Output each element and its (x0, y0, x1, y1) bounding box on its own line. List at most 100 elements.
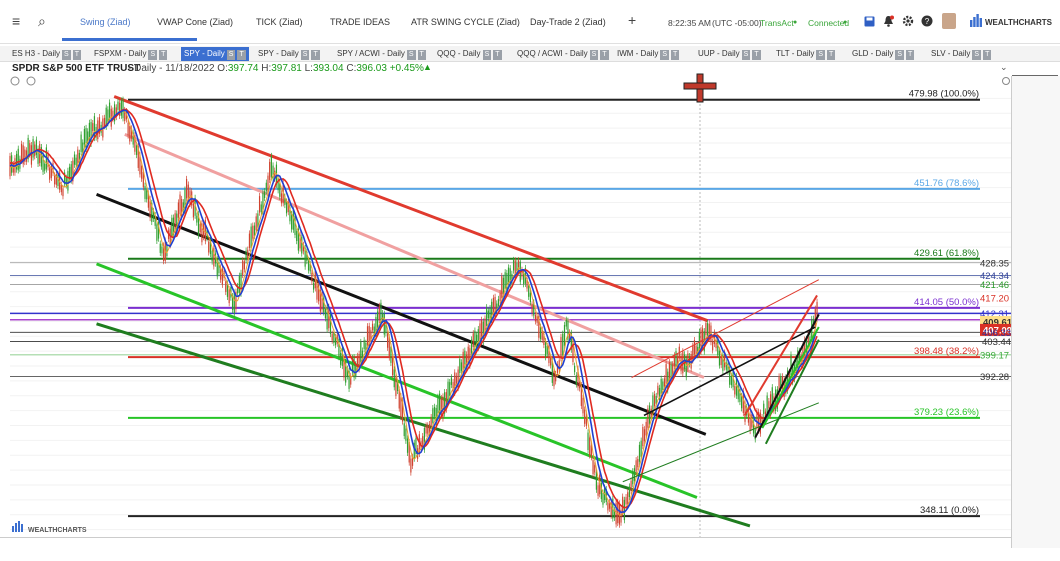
candle-body (17, 148, 19, 171)
candle-body (487, 310, 489, 319)
candle-body (768, 401, 770, 409)
candle-body (705, 322, 707, 336)
candle-body (83, 129, 86, 145)
candle-body (60, 184, 62, 193)
candle-body (307, 260, 310, 271)
candle-body (504, 272, 506, 289)
candle-body (135, 145, 138, 155)
price-marker-label: 403.44 (982, 337, 1011, 348)
candle-body (645, 421, 647, 436)
candle-body (378, 305, 380, 320)
candle-body (199, 223, 201, 233)
candle-body (449, 382, 451, 396)
candle-body (622, 496, 624, 514)
candle-body (103, 117, 106, 127)
candle-body (395, 377, 397, 396)
candle-body (35, 139, 37, 155)
candle-body (255, 216, 257, 231)
candle-body (459, 358, 461, 374)
candle-body (430, 417, 432, 427)
candle-body (333, 332, 335, 343)
candle-body (529, 292, 531, 303)
candle-body (778, 376, 780, 398)
candle-body (363, 340, 365, 350)
candle-body (433, 406, 436, 417)
candle-body (243, 261, 245, 270)
candle-body (44, 163, 46, 171)
candle-body (127, 122, 129, 136)
candle-body (563, 325, 566, 346)
candle-body (602, 492, 604, 505)
candle-body (562, 333, 564, 356)
candle-body (294, 215, 296, 236)
candle-body (211, 250, 213, 262)
candle-body (425, 425, 427, 434)
candle-body (517, 260, 520, 268)
candle-body (208, 241, 210, 253)
candle-body (324, 307, 327, 319)
price-chart[interactable]: 479.98 (100.0%) 451.76 (78.6%) 429.61 (61.… (0, 0, 1060, 561)
candle-body (633, 468, 636, 482)
candle-body (171, 217, 173, 237)
candle-body (534, 314, 537, 322)
candle-body (238, 275, 240, 293)
candle-body (450, 377, 453, 385)
candle-body (387, 333, 389, 348)
channel-trendline (754, 313, 820, 438)
candle-body (640, 440, 642, 457)
candle-body (156, 224, 158, 241)
candle-body (627, 492, 629, 505)
candle-body (653, 394, 656, 407)
candle-body (179, 194, 181, 215)
candle-body (584, 409, 586, 424)
candle-body (366, 326, 369, 346)
candle-body (146, 190, 148, 200)
candle-body (228, 289, 230, 304)
candle-body (565, 319, 567, 327)
candle-body (247, 249, 249, 260)
candle-body (117, 101, 119, 110)
watermark-bar-icon (21, 524, 23, 532)
candle-body (391, 356, 394, 376)
time-axis[interactable] (0, 537, 1011, 550)
price-marker-label: 428.35 (980, 258, 1009, 269)
candle-body (734, 386, 736, 395)
candle-body (270, 156, 272, 178)
candle-body (623, 499, 625, 521)
candle-body (371, 323, 374, 331)
candle-body (196, 215, 198, 223)
candle-body (617, 501, 619, 523)
candle-body (233, 292, 235, 314)
candle-body (553, 370, 555, 387)
candle-body (291, 214, 293, 230)
candle-body (539, 326, 542, 340)
candle-body (144, 185, 146, 199)
candle-body (252, 225, 254, 239)
fib-level-label: 379.23 (23.6%) (914, 407, 979, 418)
candle-body (635, 460, 637, 472)
candle-body (321, 291, 323, 310)
candle-body (574, 365, 576, 373)
candle-body (531, 304, 533, 314)
candle-body (356, 355, 359, 369)
price-marker-label: 392.28 (980, 372, 1009, 383)
candle-body (159, 243, 161, 253)
candle-body (296, 231, 298, 242)
candle-body (630, 480, 632, 492)
candle-body (544, 341, 547, 358)
candle-body (730, 376, 732, 386)
price-marker-label: 399.17 (980, 350, 1009, 361)
candle-body (507, 267, 510, 283)
candle-body (49, 167, 51, 180)
candle-body (512, 260, 515, 271)
candle-body (410, 458, 412, 473)
fib-level-label: 479.98 (100.0%) (909, 89, 979, 100)
candle-body (712, 341, 714, 351)
candle-body (652, 395, 654, 410)
price-axis-panel[interactable] (1011, 76, 1060, 548)
candle-body (642, 427, 644, 447)
candle-body (470, 339, 473, 354)
candle-body (589, 437, 591, 456)
candle-body (80, 134, 82, 153)
candle-body (550, 358, 552, 366)
